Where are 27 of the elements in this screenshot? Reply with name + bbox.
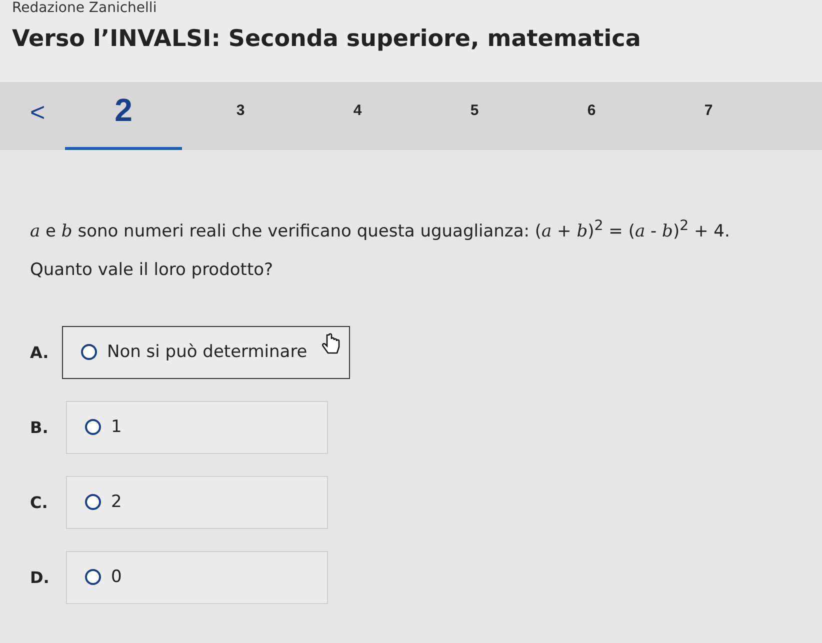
question-tab[interactable]: 7 [650, 82, 767, 150]
radio-button[interactable] [85, 569, 101, 586]
publisher-name: Redazione Zanichelli [12, 0, 158, 16]
question-tab[interactable]: 2 [65, 82, 182, 150]
answer-option[interactable]: Non si può determinare [62, 326, 350, 379]
option-letter: C. [30, 492, 49, 512]
previous-button[interactable]: < [0, 82, 65, 150]
radio-button[interactable] [85, 494, 101, 510]
answer-option[interactable]: 2 [66, 476, 328, 529]
question-prompt: Quanto vale il loro prodotto? [30, 260, 274, 280]
question-text: a e b sono numeri reali che verificano questa uguaglianza: (a + b)$^{2}$ = (a - b)$^{2}$ + 4. [30, 218, 731, 242]
radio-button[interactable] [81, 344, 97, 360]
option-letter: D. [30, 568, 50, 587]
question-tab[interactable]: 6 [533, 82, 650, 150]
question-tab[interactable]: 5 [416, 82, 533, 150]
page-title: Verso l’INVALSI: Seconda superiore, matematica [12, 26, 642, 52]
question-tab[interactable]: 4 [299, 82, 416, 150]
option-text: Non si può determinare [107, 342, 308, 362]
option-text: 0 [111, 567, 122, 588]
question-tab[interactable]: 3 [182, 82, 299, 150]
option-letter: B. [30, 418, 50, 437]
answer-option[interactable]: 0 [66, 550, 328, 604]
option-text: 2 [111, 492, 122, 512]
option-text: 1 [111, 417, 122, 438]
option-letter: A. [30, 342, 50, 362]
radio-button[interactable] [85, 419, 101, 436]
answer-option[interactable]: 1 [66, 400, 328, 454]
